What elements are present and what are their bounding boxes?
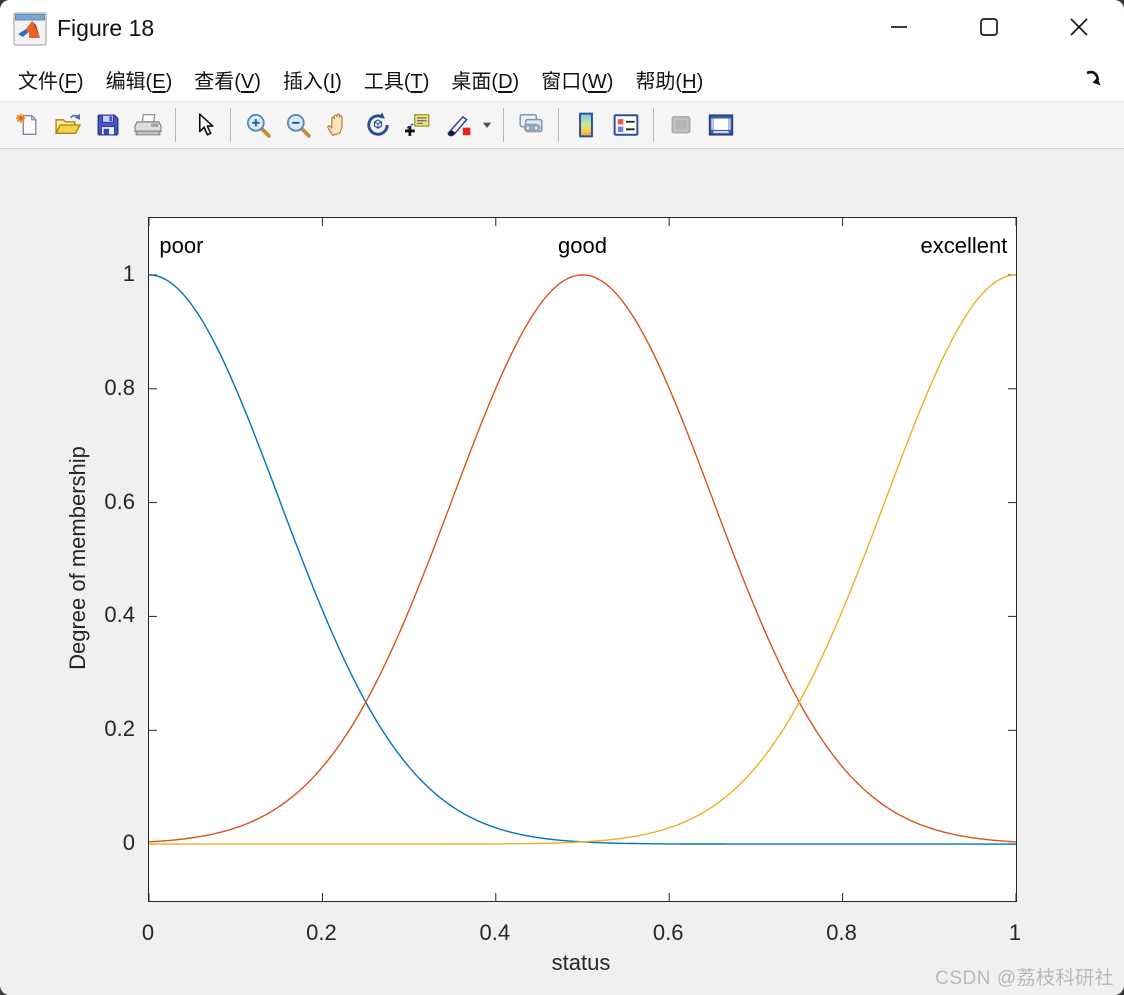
toolbar-separator — [230, 108, 231, 142]
x-tick-label: 0.6 — [652, 920, 684, 945]
menu-item-e[interactable]: 编辑(E) — [98, 61, 181, 98]
zoom-in-icon — [245, 112, 271, 138]
toolbar-separator — [653, 108, 654, 142]
toolbar-separator — [503, 108, 504, 142]
minimize-icon — [886, 14, 912, 43]
insert-colorbar-button[interactable] — [566, 106, 606, 144]
membership-curves — [149, 218, 1016, 901]
insert-legend-icon — [613, 112, 639, 138]
close-icon — [1066, 14, 1092, 43]
pan-button[interactable] — [318, 106, 358, 144]
toolbar-separator — [175, 108, 176, 142]
title-bar: Figure 18 — [0, 0, 1124, 57]
pointer-button[interactable] — [183, 106, 223, 144]
zoom-out-button[interactable] — [278, 106, 318, 144]
x-tick-label: 0.8 — [826, 920, 857, 945]
maximize-icon — [976, 14, 1002, 43]
link-plots-button[interactable] — [511, 106, 551, 144]
open-file-button[interactable] — [48, 106, 88, 144]
x-tick-label: 0 — [141, 920, 155, 945]
brush-dropdown-button[interactable] — [478, 106, 496, 144]
show-plot-tools-icon — [708, 112, 734, 138]
figure-toolbar — [0, 102, 1124, 149]
window-controls — [854, 0, 1124, 57]
menu-item-i[interactable]: 插入(I) — [275, 61, 350, 98]
mf-label-good: good — [558, 233, 607, 259]
zoom-out-icon — [285, 112, 311, 138]
hide-plot-tools-icon — [668, 112, 694, 138]
pan-icon — [325, 112, 351, 138]
x-axis-label: status — [551, 950, 611, 975]
menu-items: 文件(F) 编辑(E) 查看(V) 插入(I) 工具(T) 桌面(D) 窗口(W) 帮助(H) — [10, 61, 717, 98]
mf-label-excellent: excellent — [920, 233, 1008, 259]
new-figure-icon — [15, 112, 42, 138]
matlab-figure-icon — [13, 11, 47, 46]
print-icon — [134, 112, 162, 138]
x-tick-label: 0.2 — [306, 920, 337, 945]
data-cursor-button[interactable] — [398, 106, 438, 144]
link-plots-icon — [517, 112, 545, 138]
figure-canvas: poor good excellent status Degree of membe… — [0, 150, 1124, 995]
x-tick-label: 1 — [1008, 920, 1022, 945]
brush-dropdown-icon — [481, 119, 493, 131]
insert-legend-button[interactable] — [606, 106, 646, 144]
menu-item-t[interactable]: 工具(T) — [356, 61, 438, 98]
x-tick-label: 0.4 — [479, 920, 511, 945]
y-tick-label: 0.4 — [104, 602, 135, 628]
menu-item-w[interactable]: 窗口(W) — [533, 61, 621, 98]
y-axis-label: Degree of membership — [65, 446, 90, 670]
minimize-button[interactable] — [854, 0, 944, 57]
y-tick-label: 0.2 — [104, 716, 135, 742]
insert-colorbar-icon — [573, 112, 599, 138]
y-tick-label: 1 — [122, 260, 135, 286]
brush-button[interactable] — [438, 106, 478, 144]
watermark: CSDN @荔枝科研社 — [935, 968, 1114, 989]
data-cursor-icon — [405, 112, 431, 138]
window-title: Figure 18 — [57, 15, 155, 41]
zoom-in-button[interactable] — [238, 106, 278, 144]
brush-icon — [444, 112, 472, 138]
rotate-3d-icon — [365, 112, 391, 138]
rotate-3d-button[interactable] — [358, 106, 398, 144]
pointer-icon — [190, 112, 216, 138]
hide-plot-tools-button — [661, 106, 701, 144]
plot-axes[interactable]: poor good excellent — [148, 217, 1017, 902]
show-plot-tools-button[interactable] — [701, 106, 741, 144]
new-figure-button[interactable] — [8, 106, 48, 144]
close-button[interactable] — [1034, 0, 1124, 57]
maximize-button[interactable] — [944, 0, 1034, 57]
mf-label-poor: poor — [159, 233, 204, 259]
menu-bar: 文件(F) 编辑(E) 查看(V) 插入(I) 工具(T) 桌面(D) 窗口(W) 帮助(H) — [0, 57, 1124, 102]
menu-item-v[interactable]: 查看(V) — [186, 61, 269, 98]
y-tick-label: 0.8 — [104, 374, 135, 400]
save-button[interactable] — [88, 106, 128, 144]
menu-item-h[interactable]: 帮助(H) — [627, 61, 711, 98]
menu-item-f[interactable]: 文件(F) — [10, 61, 92, 98]
menu-item-d[interactable]: 桌面(D) — [443, 61, 527, 98]
figure-window: Figure 18 文件(F) 编辑(E) 查看(V) 插入(I) 工具(T) 桌面(D)… — [0, 0, 1124, 995]
dock-figure-icon[interactable] — [1082, 67, 1106, 91]
toolbar-separator — [558, 108, 559, 142]
y-tick-label: 0 — [122, 830, 135, 856]
print-button[interactable] — [128, 106, 168, 144]
open-file-icon — [54, 112, 82, 138]
save-icon — [95, 112, 121, 138]
y-tick-label: 0.6 — [104, 488, 135, 514]
